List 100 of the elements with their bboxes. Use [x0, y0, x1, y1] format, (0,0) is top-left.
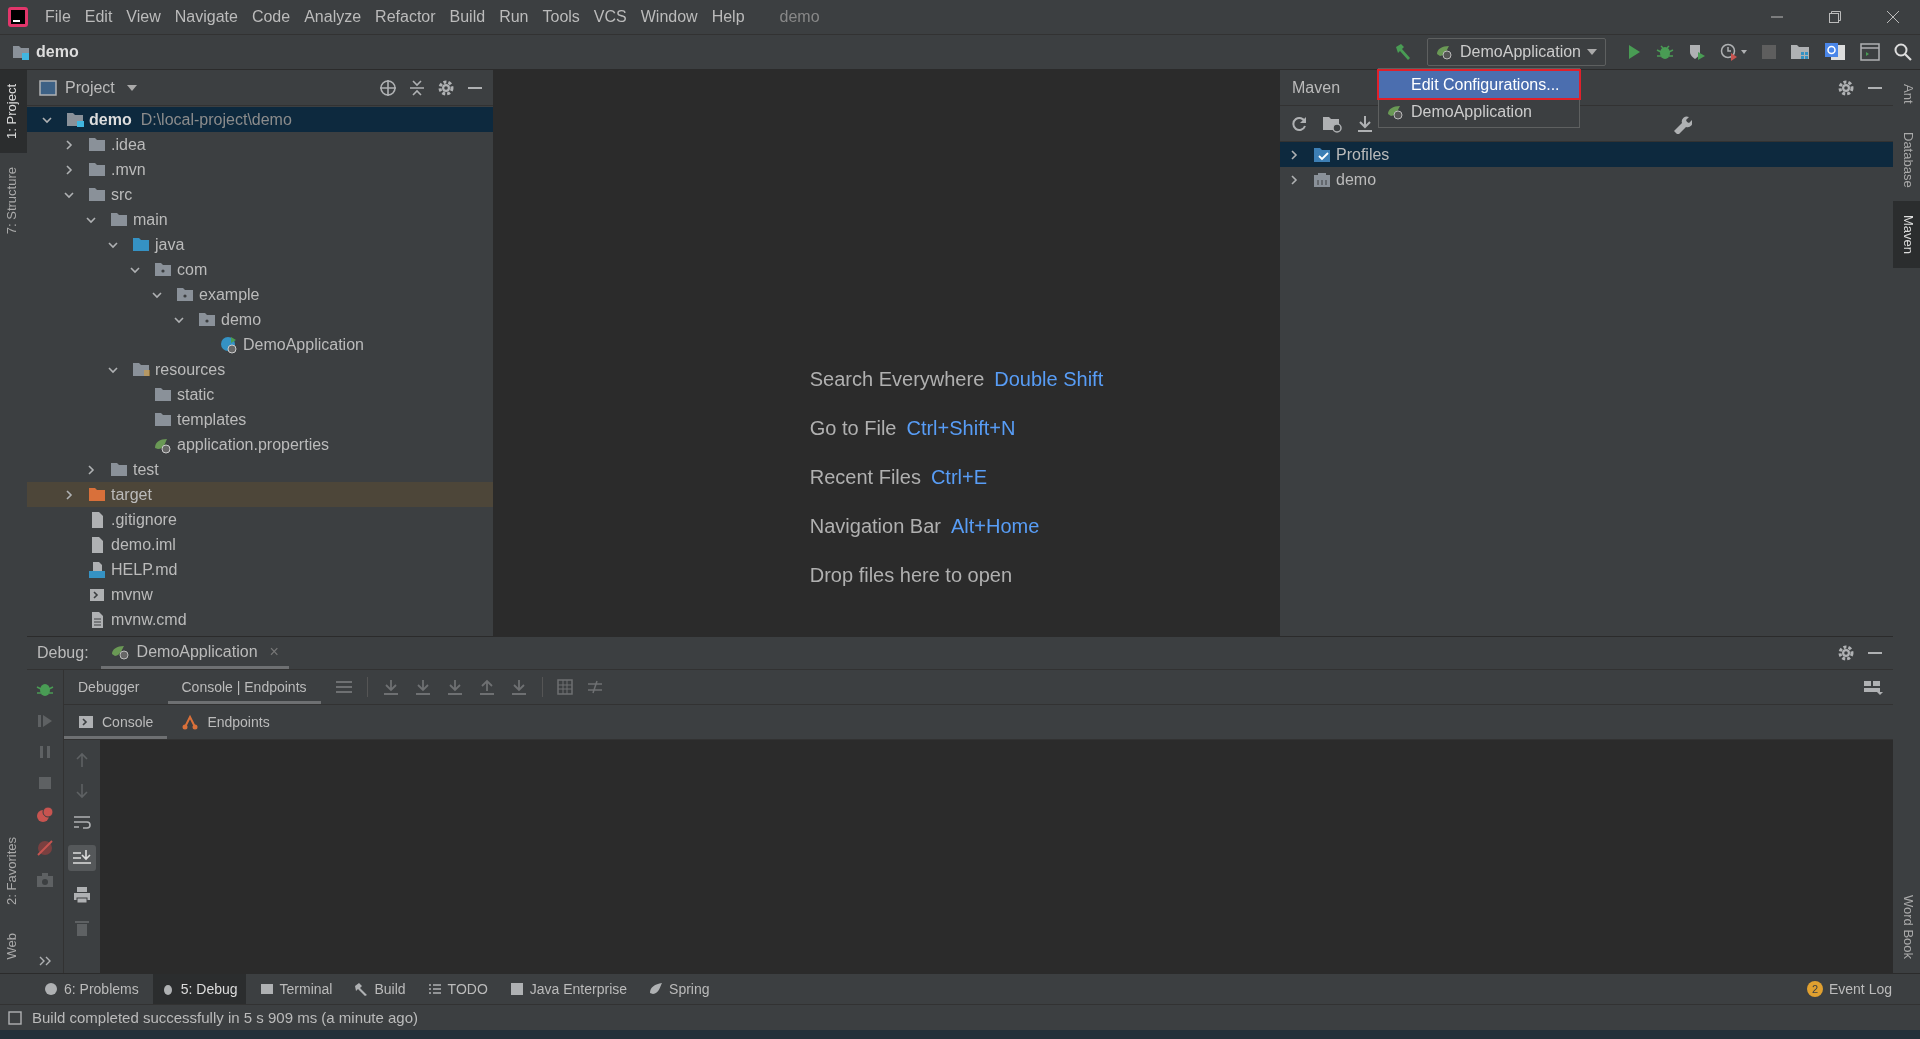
tool-window-tab[interactable]: Database [1893, 117, 1920, 202]
tree-row[interactable]: .gitignore [27, 507, 493, 532]
tree-row[interactable]: demo [1280, 167, 1893, 192]
menu-item[interactable]: Run [492, 8, 536, 26]
menu-item[interactable]: View [119, 8, 168, 26]
tree-row[interactable]: com [27, 257, 493, 282]
project-structure-icon[interactable] [1790, 43, 1810, 61]
tree-row[interactable]: static [27, 382, 493, 407]
menu-item[interactable]: Tools [535, 8, 587, 26]
tool-window-button[interactable]: Terminal [251, 974, 341, 1004]
tool-window-tab[interactable]: 7: Structure [0, 152, 27, 249]
tree-row[interactable]: mvnw.cmd [27, 607, 493, 632]
menu-item[interactable]: Help [704, 8, 752, 26]
tab[interactable]: Debugger [64, 670, 154, 704]
tree-item-label: target [111, 485, 152, 504]
tree-row[interactable]: test [27, 457, 493, 482]
terminal-window-icon[interactable] [1860, 43, 1880, 61]
tool-window-button[interactable]: Spring [641, 974, 718, 1004]
settings-icon[interactable] [1837, 78, 1855, 97]
tree-row[interactable]: target [27, 482, 493, 507]
menu-item[interactable]: VCS [586, 8, 634, 26]
tool-window-tab[interactable]: Web [0, 918, 27, 973]
tool-window-button[interactable]: Java Enterprise [501, 974, 636, 1004]
add-folder-icon[interactable] [1322, 114, 1342, 133]
menu-item[interactable]: Code [244, 8, 298, 26]
tool-window-tab[interactable]: Word Book [1893, 880, 1920, 973]
breakpoints-icon[interactable] [36, 806, 54, 824]
event-log-button[interactable]: 2 Event Log [1798, 974, 1900, 1004]
tree-row[interactable]: .idea [27, 132, 493, 157]
menu-item[interactable]: DemoApplication [1379, 98, 1579, 125]
tool-window-button[interactable]: 6: Problems [36, 974, 147, 1004]
module-icon [1313, 171, 1331, 188]
tree-row[interactable]: example [27, 282, 493, 307]
menu-item[interactable]: Build [442, 8, 493, 26]
tab[interactable]: Console | Endpoints [167, 670, 321, 704]
download-icon[interactable] [1356, 114, 1374, 133]
tool-window-button[interactable]: Build [346, 974, 414, 1004]
search-icon[interactable] [1894, 43, 1912, 61]
menu-item[interactable]: Window [633, 8, 705, 26]
collapse-all-icon[interactable] [409, 78, 425, 97]
tree-item-label: HELP.md [111, 560, 178, 579]
close-icon[interactable] [1886, 10, 1900, 24]
print-icon[interactable] [73, 886, 91, 904]
tree-row[interactable]: Profiles [1280, 142, 1893, 167]
settings-icon[interactable] [437, 78, 455, 97]
hint-label: Navigation Bar [809, 514, 941, 538]
tool-window-tab[interactable]: 1: Project [0, 70, 27, 153]
expand-icon[interactable] [38, 955, 52, 967]
tree-row[interactable]: demo.iml [27, 532, 493, 557]
clock-run-icon[interactable] [1720, 43, 1748, 61]
tree-row[interactable]: demo D:\local-project\demo [27, 107, 493, 132]
tree-row[interactable]: HELP.md [27, 557, 493, 582]
menu-item[interactable]: Edit [77, 8, 120, 26]
tree-row[interactable]: mvnw [27, 582, 493, 607]
menu-item[interactable]: Refactor [368, 8, 443, 26]
caret-icon[interactable] [126, 84, 137, 91]
shield-run-icon[interactable] [1688, 43, 1706, 61]
tree-row[interactable]: templates [27, 407, 493, 432]
refresh-icon[interactable] [1290, 114, 1308, 133]
breadcrumb[interactable]: demo [36, 43, 79, 61]
wrench-icon[interactable] [1672, 113, 1692, 134]
tree-row[interactable]: src [27, 182, 493, 207]
restore-icon[interactable] [1828, 10, 1842, 24]
hint-shortcut: Ctrl+Shift+N [906, 416, 1016, 440]
settings-icon[interactable] [1837, 644, 1855, 662]
markdown-file-icon [88, 560, 106, 579]
menu-item[interactable]: Navigate [167, 8, 245, 26]
panel-toggle-icon[interactable] [8, 1010, 22, 1025]
session-tab[interactable]: DemoApplication × [100, 637, 289, 669]
scroll-to-end-icon[interactable] [68, 845, 96, 871]
folder-icon [154, 412, 172, 427]
tree-row[interactable]: java [27, 232, 493, 257]
folder-icon [198, 312, 216, 327]
run-config-dropdown[interactable]: DemoApplication [1427, 38, 1606, 66]
tree-row[interactable]: resources [27, 357, 493, 382]
menu-item[interactable]: File [38, 8, 78, 26]
tree-item-path: D:\local-project\demo [140, 110, 292, 129]
menu-item[interactable]: Edit Configurations... [1379, 71, 1579, 98]
tree-row[interactable]: main [27, 207, 493, 232]
menu-item[interactable]: Analyze [297, 8, 369, 26]
tool-window-tab[interactable]: 2: Favorites [0, 822, 27, 919]
tree-row[interactable]: application.properties [27, 432, 493, 457]
bug-icon[interactable] [1656, 43, 1674, 61]
panel-title[interactable]: Project [65, 78, 115, 97]
translate-icon[interactable] [1824, 42, 1846, 62]
folder-icon [88, 162, 106, 177]
layout-icon[interactable] [1863, 679, 1883, 695]
mute-breakpoints-icon[interactable] [36, 839, 54, 857]
tree-row[interactable]: demo [27, 307, 493, 332]
tool-window-tab[interactable]: Ant [1893, 70, 1920, 118]
tool-window-button[interactable]: TODO [419, 974, 496, 1004]
wrap-icon[interactable] [73, 814, 91, 830]
tool-window-tab[interactable]: Maven [1893, 201, 1920, 269]
tab[interactable]: Endpoints [167, 705, 284, 739]
tree-item-label: Profiles [1336, 145, 1390, 164]
tree-row[interactable]: DemoApplication [27, 332, 493, 357]
tree-row[interactable]: .mvn [27, 157, 493, 182]
run-icon[interactable] [1626, 44, 1642, 60]
tool-window-button[interactable]: 5: Debug [152, 974, 246, 1004]
locate-icon[interactable] [379, 78, 397, 97]
